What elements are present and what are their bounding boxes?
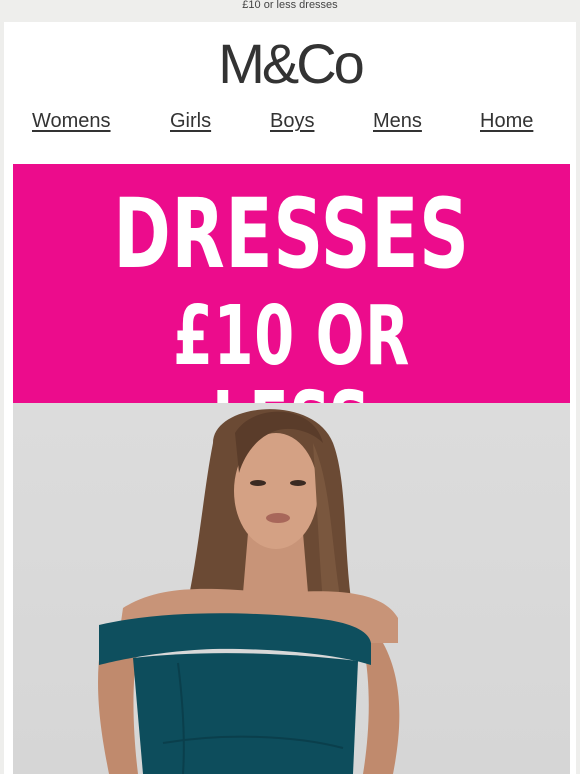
- brand-logo[interactable]: M&Co: [4, 36, 576, 92]
- preheader-text: £10 or less dresses: [242, 0, 338, 11]
- email-card: M&Co Womens Girls Boys Mens Home DRESSES…: [4, 22, 576, 774]
- model-photo[interactable]: [13, 403, 570, 774]
- category-nav: Womens Girls Boys Mens Home: [4, 108, 576, 138]
- nav-link-home[interactable]: Home: [480, 108, 533, 134]
- nav-link-womens[interactable]: Womens: [32, 108, 111, 134]
- hero-headline: DRESSES: [113, 178, 470, 290]
- nav-link-mens[interactable]: Mens: [373, 108, 422, 134]
- nav-link-boys[interactable]: Boys: [270, 108, 314, 134]
- hero-banner[interactable]: DRESSES £10 OR LESS: [13, 164, 570, 466]
- model-illustration: [98, 409, 400, 774]
- nav-link-girls[interactable]: Girls: [170, 108, 211, 134]
